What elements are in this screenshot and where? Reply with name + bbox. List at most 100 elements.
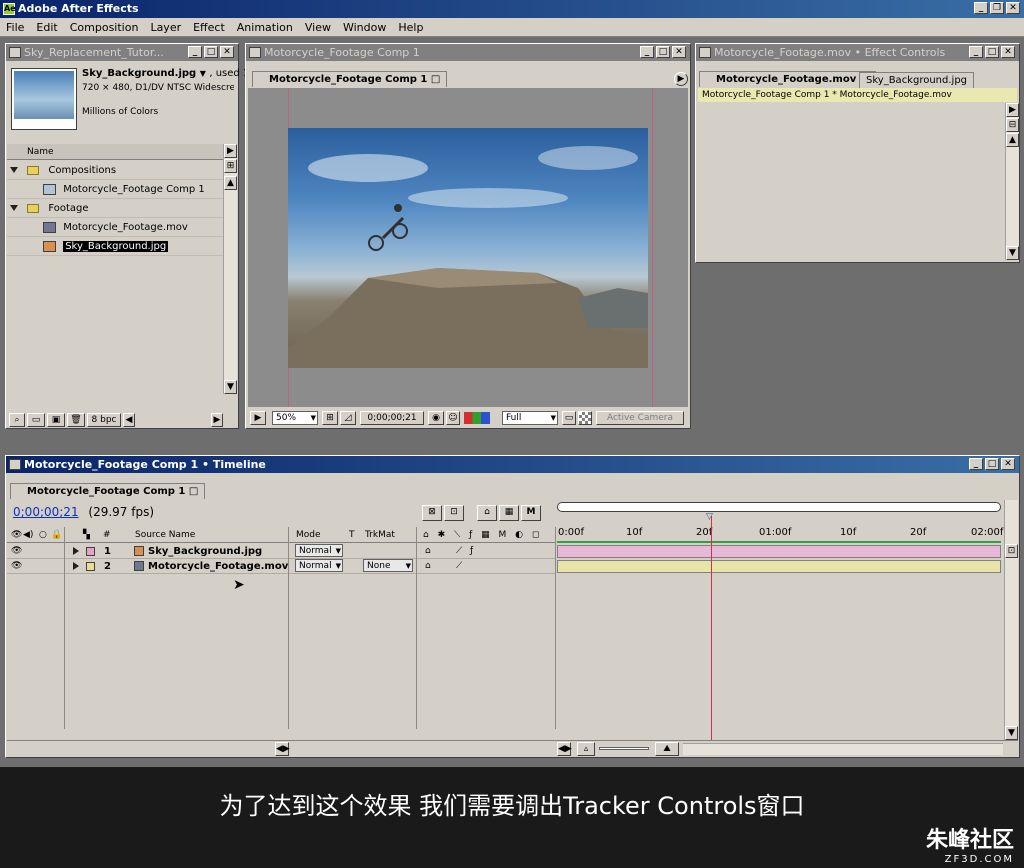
menu-view[interactable]: View [299, 18, 337, 36]
eye-icon[interactable]: 👁 [11, 559, 22, 574]
vertical-scrollbar[interactable]: ⊡ ▼ [1004, 500, 1018, 740]
column-header-source[interactable]: Source Name [135, 527, 195, 543]
tab-sky-background[interactable]: Sky_Background.jpg [859, 72, 975, 88]
channels-icon[interactable] [464, 412, 490, 424]
label-color-swatch[interactable] [86, 547, 95, 556]
menu-layer[interactable]: Layer [144, 18, 187, 36]
layer-name[interactable]: Sky_Background.jpg [148, 544, 262, 559]
restore-button[interactable]: ❐ [990, 2, 1004, 14]
close-button[interactable]: ✕ [1006, 2, 1020, 14]
scroll-right-icon[interactable]: ▶ [1006, 103, 1019, 117]
flowchart-icon[interactable]: ⊟ [1006, 118, 1019, 132]
expand-icon[interactable] [10, 167, 18, 173]
expand-collapse-icon[interactable]: ◀▶ [275, 742, 290, 756]
minimize-button[interactable]: _ [974, 2, 988, 14]
layer-duration-bar[interactable] [557, 560, 1001, 573]
new-folder-icon[interactable]: ▭ [27, 413, 45, 427]
scroll-left-icon[interactable]: ◀ [123, 413, 135, 427]
dropdown-arrow-icon[interactable]: ▼ [200, 69, 206, 78]
list-item[interactable]: Sky_Background.jpg [7, 237, 223, 256]
name-column-header[interactable]: Name [7, 144, 223, 160]
camera-dropdown[interactable]: Active Camera [596, 411, 684, 425]
eye-icon[interactable]: 👁 [11, 527, 22, 543]
scroll-right-icon[interactable]: ▶ [224, 144, 237, 158]
table-row[interactable]: 👁 1 Sky_Background.jpg Normal ⌂ ⟋ ƒ [7, 544, 555, 559]
tab-comp[interactable]: Motorcycle_Footage Comp 1 □ [252, 71, 448, 87]
project-title-bar[interactable]: Sky_Replacement_Tutor... _ □ ✕ [6, 44, 238, 61]
work-area-bar[interactable] [557, 502, 1001, 512]
tab-close-icon[interactable]: □ [431, 74, 440, 85]
flowchart-menu-icon[interactable]: ▶ [674, 72, 688, 86]
mode-dropdown[interactable]: Normal [295, 559, 343, 572]
frame-blending-icon[interactable]: ▦ [499, 505, 519, 521]
snapshot-icon[interactable]: ◉ [428, 411, 444, 425]
expand-icon[interactable] [73, 562, 79, 570]
resolution-dropdown[interactable]: Full [502, 411, 558, 425]
find-icon[interactable]: ⌕ [9, 413, 25, 427]
vertical-scrollbar[interactable]: ▶ ⊞ ▲ ▼ [223, 144, 237, 394]
scroll-right-icon[interactable]: ▶ [211, 413, 223, 427]
menu-animation[interactable]: Animation [231, 18, 299, 36]
maximize-button[interactable]: □ [204, 46, 218, 58]
timeline-title-bar[interactable]: Motorcycle_Footage Comp 1 • Timeline _ □ ✕ [6, 456, 1019, 473]
tab-timeline-comp[interactable]: Motorcycle_Footage Comp 1 □ [10, 483, 206, 499]
column-header-mode[interactable]: Mode [296, 527, 321, 543]
expand-collapse-icon[interactable]: ◀▶ [557, 742, 572, 756]
motion-blur-icon[interactable]: M [521, 505, 541, 521]
effect-controls-title-bar[interactable]: Motorcycle_Footage.mov • Effect Controls… [696, 44, 1019, 61]
close-button[interactable]: ✕ [1001, 458, 1015, 470]
scroll-down-icon[interactable]: ▼ [1006, 246, 1019, 260]
horizontal-scrollbar[interactable] [683, 743, 1003, 755]
audio-icon[interactable]: ◀) [23, 527, 33, 543]
scroll-up-icon[interactable]: ▲ [1006, 133, 1019, 147]
zoom-in-icon[interactable]: ⛰ [655, 742, 679, 756]
menu-file[interactable]: File [0, 18, 30, 36]
expand-icon[interactable] [10, 205, 18, 211]
scroll-icon[interactable]: ⊡ [1005, 544, 1018, 558]
switch-shy-icon[interactable]: ⌂ [425, 559, 431, 574]
minimize-button[interactable]: _ [969, 458, 983, 470]
preview-icon[interactable]: ▶ [250, 411, 266, 425]
close-button[interactable]: ✕ [1001, 46, 1015, 58]
label-color-swatch[interactable] [86, 562, 95, 571]
draft-3d-icon[interactable]: ⊡ [444, 505, 464, 521]
zoom-slider[interactable] [599, 747, 649, 750]
maximize-button[interactable]: □ [985, 46, 999, 58]
zoom-dropdown[interactable]: 50% [272, 411, 318, 425]
new-comp-icon[interactable]: ▣ [47, 413, 65, 427]
scroll-down-icon[interactable]: ▼ [1005, 726, 1018, 740]
label-icon[interactable]: ▚ [83, 527, 90, 543]
switch-effect-icon[interactable]: ƒ [470, 544, 473, 559]
comp-title-bar[interactable]: Motorcycle_Footage Comp 1 _ □ ✕ [246, 44, 690, 61]
column-header-trkmat[interactable]: TrkMat [365, 527, 395, 543]
layer-name[interactable]: Motorcycle_Footage.mov [148, 559, 288, 574]
lock-icon[interactable]: 🔒 [51, 527, 62, 543]
trash-icon[interactable]: 🗑 [67, 413, 85, 427]
list-item[interactable]: Footage [7, 199, 223, 218]
close-button[interactable]: ✕ [220, 46, 234, 58]
list-item[interactable]: Motorcycle_Footage Comp 1 [7, 180, 223, 199]
mask-icon[interactable]: ◿ [340, 411, 356, 425]
menu-composition[interactable]: Composition [64, 18, 145, 36]
menu-effect[interactable]: Effect [187, 18, 231, 36]
comp-viewer[interactable] [248, 88, 688, 407]
current-time-indicator[interactable] [711, 516, 712, 740]
comp-timecode[interactable]: 0;00;00;21 [360, 411, 424, 425]
switch-quality-icon[interactable]: ⟋ [456, 559, 462, 574]
time-ruler[interactable]: 0:00f 10f 20f 01:00f 10f 20f 02:00f [557, 527, 1003, 543]
tab-motorcycle-footage[interactable]: Motorcycle_Footage.mov □ [699, 71, 877, 87]
mode-dropdown[interactable]: Normal [295, 544, 343, 557]
trkmat-dropdown[interactable]: None [363, 559, 413, 572]
solo-icon[interactable]: ○ [39, 527, 47, 543]
menu-window[interactable]: Window [337, 18, 392, 36]
menu-help[interactable]: Help [392, 18, 429, 36]
layer-duration-bar[interactable] [557, 545, 1001, 558]
show-snapshot-icon[interactable]: ☺ [446, 411, 460, 425]
scroll-up-icon[interactable]: ▲ [224, 176, 237, 190]
live-update-icon[interactable]: ⊠ [422, 505, 442, 521]
zoom-out-icon[interactable]: ▵ [577, 742, 595, 756]
list-item[interactable]: Compositions [7, 161, 223, 180]
hide-shy-icon[interactable]: ⌂ [477, 505, 497, 521]
minimize-button[interactable]: _ [969, 46, 983, 58]
roi-icon[interactable]: ▭ [562, 411, 576, 425]
